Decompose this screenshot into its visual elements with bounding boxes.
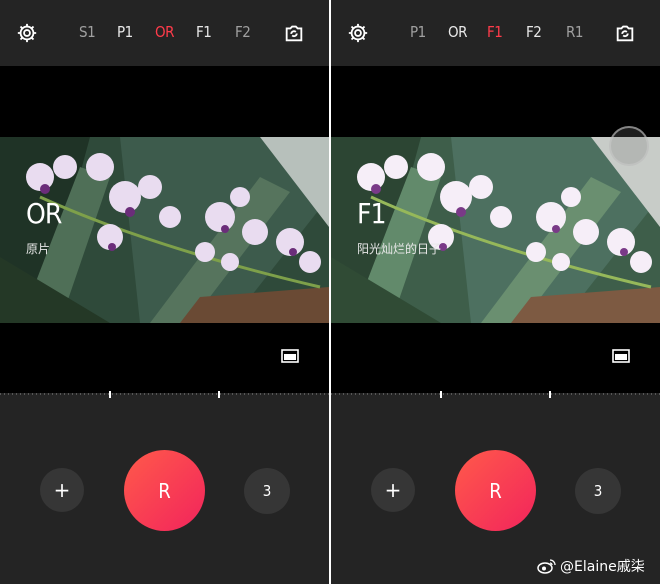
tab-s1[interactable]: S1 <box>79 23 96 41</box>
exposure-ruler[interactable] <box>331 391 660 401</box>
burst-count-button[interactable]: 3 <box>575 468 621 514</box>
photo-preview <box>0 137 329 323</box>
watermark-text: @Elaine戚柒 <box>560 559 645 575</box>
tab-f1[interactable]: F1 <box>487 23 503 41</box>
camera-screen-right: P1 OR F1 F2 R1 F1 阳光灿烂的日子 + R 3 <box>331 0 660 584</box>
burst-count-button[interactable]: 3 <box>244 468 290 514</box>
weibo-logo-icon <box>537 559 556 574</box>
filter-subtitle: 原片 <box>26 242 51 256</box>
tab-p1[interactable]: P1 <box>117 23 133 41</box>
add-button[interactable]: + <box>371 468 415 512</box>
tab-or[interactable]: OR <box>155 23 175 41</box>
top-bar: S1 P1 OR F1 F2 <box>0 0 329 66</box>
tab-f2[interactable]: F2 <box>235 23 251 41</box>
top-bar: P1 OR F1 F2 R1 <box>331 0 660 66</box>
add-button[interactable]: + <box>40 468 84 512</box>
tab-f2[interactable]: F2 <box>526 23 542 41</box>
settings-gear-icon[interactable] <box>344 19 372 47</box>
tab-or[interactable]: OR <box>448 23 468 41</box>
tab-p1[interactable]: P1 <box>410 23 426 41</box>
filter-subtitle: 阳光灿烂的日子 <box>357 242 442 256</box>
camera-screen-left: S1 P1 OR F1 F2 OR 原片 + R 3 <box>0 0 329 584</box>
filter-name: F1 <box>357 197 386 230</box>
focus-indicator <box>609 126 649 166</box>
photo-preview <box>331 137 660 323</box>
aspect-ratio-icon[interactable] <box>281 348 299 363</box>
tab-f1[interactable]: F1 <box>196 23 212 41</box>
settings-gear-icon[interactable] <box>13 19 41 47</box>
filter-name: OR <box>26 197 62 230</box>
tab-r1[interactable]: R1 <box>566 23 583 41</box>
exposure-ruler[interactable] <box>0 391 329 401</box>
aspect-ratio-icon[interactable] <box>612 348 630 363</box>
shutter-button[interactable]: R <box>455 450 536 531</box>
camera-flip-icon[interactable] <box>280 19 308 47</box>
camera-flip-icon[interactable] <box>611 19 639 47</box>
weibo-watermark: @Elaine戚柒 <box>537 556 645 576</box>
shutter-button[interactable]: R <box>124 450 205 531</box>
